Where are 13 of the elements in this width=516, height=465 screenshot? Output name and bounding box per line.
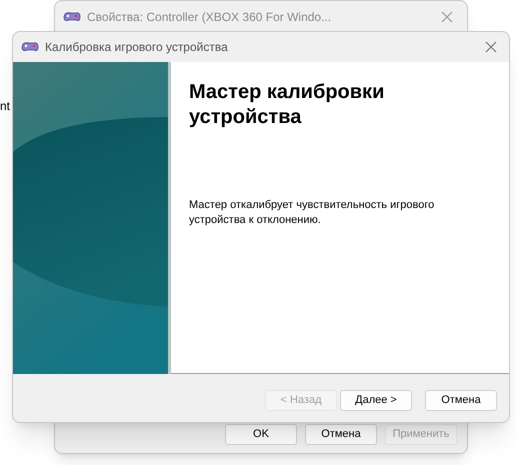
- text-fragment: nt: [0, 98, 10, 114]
- dialog-button[interactable]: Отмена: [305, 424, 377, 445]
- wizard-description: Мастер откалибрует чувствительность игрового устройства к отклонению.: [189, 198, 436, 228]
- gamepad-icon: [63, 10, 81, 22]
- close-icon[interactable]: [441, 10, 453, 22]
- close-icon[interactable]: [485, 41, 497, 53]
- wizard-heading: Мастер калибровки устройства: [189, 80, 386, 130]
- dialog-button[interactable]: Отмена: [425, 390, 497, 411]
- dialog-button[interactable]: OK: [225, 424, 297, 445]
- gamepad-icon: [21, 41, 39, 53]
- window-title: Свойства: Controller (XBOX 360 For Windo...: [87, 8, 332, 26]
- dialog-button[interactable]: Далее >: [340, 390, 412, 411]
- window-title: Калибровка игрового устройства: [45, 39, 228, 56]
